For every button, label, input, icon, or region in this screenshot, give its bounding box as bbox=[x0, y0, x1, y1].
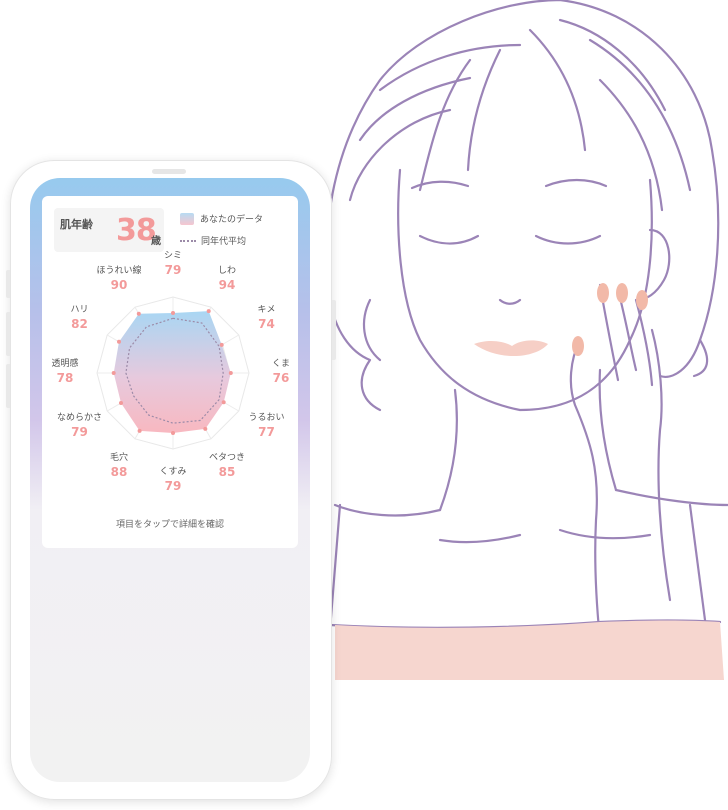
radar-point-3[interactable] bbox=[219, 342, 224, 347]
radar-axis-label[interactable]: しわ bbox=[197, 266, 257, 277]
radar-point-4[interactable] bbox=[228, 371, 233, 375]
radar-axis-label[interactable]: ベタつき bbox=[197, 453, 257, 464]
radar-point-12[interactable] bbox=[136, 311, 141, 316]
radar-point-9[interactable] bbox=[119, 401, 123, 405]
radar-axis-value[interactable]: 79 bbox=[143, 263, 203, 277]
radar-point-1[interactable] bbox=[171, 311, 175, 315]
radar-point-7[interactable] bbox=[171, 431, 175, 435]
radar-axis-value[interactable]: 78 bbox=[35, 371, 95, 385]
tap-hint-text: 項目をタップで詳細を確認 bbox=[115, 520, 224, 530]
radar-axis-label[interactable]: ほうれい線 bbox=[89, 266, 149, 277]
radar-point-10[interactable] bbox=[111, 371, 116, 375]
radar-axis-label[interactable]: 透明感 bbox=[35, 359, 95, 370]
radar-axis-label[interactable]: シミ bbox=[143, 251, 203, 262]
skin-analysis-card: 肌年齢 38 歳 あなたのデータ 同年代平均 シミ 79 しわ 94 キメ 74… bbox=[42, 196, 298, 548]
radar-axis-value[interactable]: 94 bbox=[197, 278, 257, 292]
radar-axis-label[interactable]: うるおい bbox=[237, 413, 297, 424]
radar-point-8[interactable] bbox=[137, 428, 142, 433]
woman-illustration bbox=[325, 0, 728, 680]
radar-axis-value[interactable]: 85 bbox=[197, 465, 257, 479]
power-button bbox=[332, 300, 336, 360]
radar-axis-value[interactable]: 79 bbox=[143, 479, 203, 493]
radar-axis-label[interactable]: くすみ bbox=[143, 467, 203, 478]
volume-up-button bbox=[6, 312, 10, 356]
radar-axis-label[interactable]: くま bbox=[251, 359, 310, 370]
radar-axis-value[interactable]: 82 bbox=[50, 317, 110, 331]
volume-down-button bbox=[6, 364, 10, 408]
radar-axis-value[interactable]: 88 bbox=[89, 465, 149, 479]
radar-axis-value[interactable]: 77 bbox=[237, 425, 297, 439]
radar-axis-value[interactable]: 79 bbox=[50, 425, 110, 439]
speaker-slot bbox=[152, 169, 186, 174]
radar-axis-label[interactable]: 毛穴 bbox=[89, 453, 149, 464]
mute-switch bbox=[6, 270, 10, 298]
radar-point-6[interactable] bbox=[203, 426, 208, 431]
radar-axis-label[interactable]: キメ bbox=[237, 305, 297, 316]
radar-point-11[interactable] bbox=[117, 339, 121, 344]
radar-point-2[interactable] bbox=[206, 309, 211, 314]
radar-axis-value[interactable]: 74 bbox=[237, 317, 297, 331]
radar-axis-value[interactable]: 76 bbox=[251, 371, 310, 385]
radar-axis-label[interactable]: ハリ bbox=[50, 305, 110, 316]
phone-mockup: 肌年齢 38 歳 あなたのデータ 同年代平均 シミ 79 しわ 94 キメ 74… bbox=[6, 160, 336, 800]
radar-axis-label[interactable]: なめらかさ bbox=[50, 413, 110, 424]
radar-point-5[interactable] bbox=[221, 400, 226, 405]
app-screen: 肌年齢 38 歳 あなたのデータ 同年代平均 シミ 79 しわ 94 キメ 74… bbox=[30, 178, 310, 782]
radar-your-data-area bbox=[113, 311, 231, 433]
radar-axis-value[interactable]: 90 bbox=[89, 278, 149, 292]
